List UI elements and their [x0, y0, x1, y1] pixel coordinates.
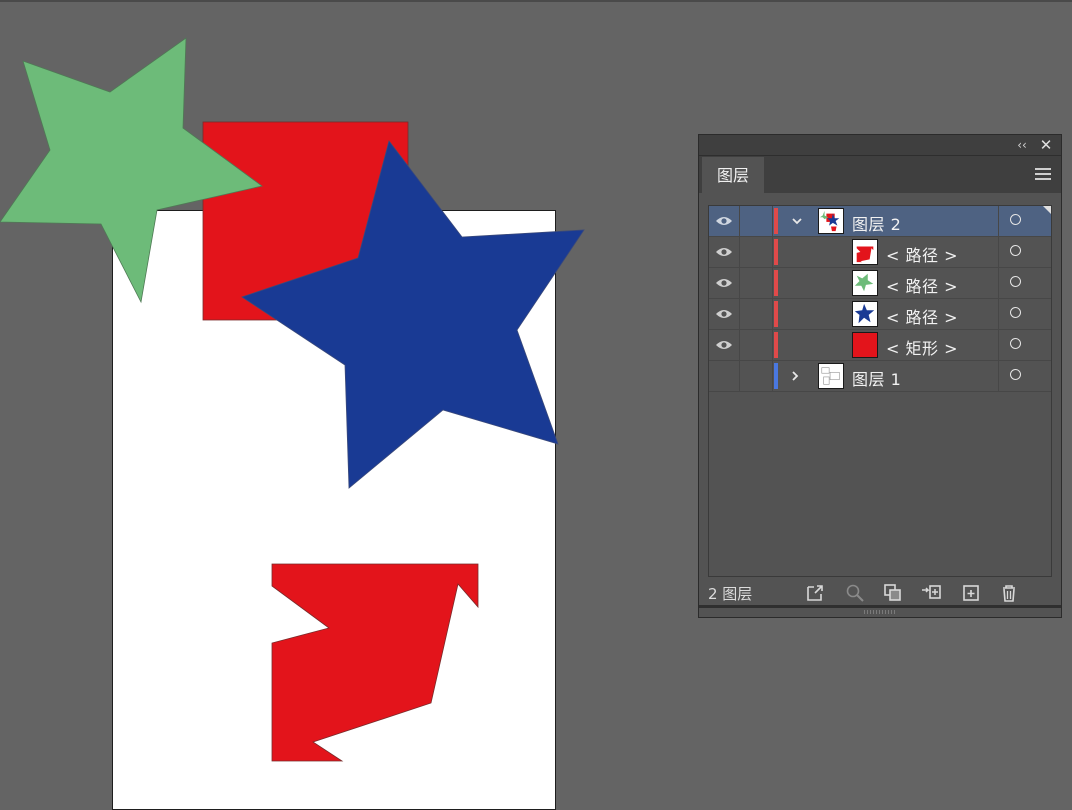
lock-toggle[interactable]: [740, 206, 773, 236]
layer-row-layer-1[interactable]: 图层 1: [709, 361, 1051, 392]
layer-count: 2 图层: [708, 585, 753, 603]
layer-row-path-3[interactable]: < 路径 >: [709, 299, 1051, 330]
visibility-toggle[interactable]: [709, 330, 740, 360]
target-cell[interactable]: [998, 237, 1051, 267]
target-circle-icon[interactable]: [1010, 369, 1021, 380]
red-path-shape[interactable]: [271, 563, 479, 762]
search-icon[interactable]: [844, 582, 866, 604]
panel-tabbar: 图层: [699, 155, 1061, 194]
target-circle-icon[interactable]: [1010, 214, 1021, 225]
visibility-toggle[interactable]: [709, 206, 740, 236]
panel-footer: 2 图层: [699, 579, 1061, 607]
layer-color-bar: [774, 270, 778, 296]
chevron-down-icon[interactable]: [790, 214, 804, 228]
layer-color-bar: [774, 301, 778, 327]
target-circle-icon[interactable]: [1010, 245, 1021, 256]
layers-panel: ‹‹ ✕ 图层 图层 2 < 路径 > < 路径 > < 路径 > < 矩形 >…: [698, 134, 1062, 618]
layer-name[interactable]: < 路径 >: [886, 304, 958, 328]
tab-layers[interactable]: 图层: [702, 157, 764, 194]
target-cell[interactable]: [998, 361, 1051, 391]
export-icon[interactable]: [804, 582, 826, 604]
resize-grip[interactable]: [864, 610, 896, 614]
visibility-toggle[interactable]: [709, 299, 740, 329]
layer-name[interactable]: 图层 2: [852, 211, 901, 235]
eye-icon: [716, 279, 732, 287]
target-cell[interactable]: [998, 268, 1051, 298]
target-circle-icon[interactable]: [1010, 307, 1021, 318]
layer-color-bar: [774, 363, 778, 389]
layers-list: 图层 2 < 路径 > < 路径 > < 路径 > < 矩形 > 图层 1: [708, 205, 1052, 577]
eye-icon: [716, 248, 732, 256]
target-circle-icon[interactable]: [1010, 338, 1021, 349]
target-circle-icon[interactable]: [1010, 276, 1021, 287]
panel-bottom-edge: [699, 605, 1061, 608]
hamburger-menu-icon[interactable]: [1035, 168, 1051, 181]
layer-color-bar: [774, 208, 778, 234]
layer-color-bar: [774, 332, 778, 358]
lock-toggle[interactable]: [740, 330, 773, 360]
visibility-toggle[interactable]: [709, 237, 740, 267]
lock-toggle[interactable]: [740, 237, 773, 267]
layer-name[interactable]: < 路径 >: [886, 242, 958, 266]
target-cell[interactable]: [998, 330, 1051, 360]
layer-row-path-1[interactable]: < 路径 >: [709, 237, 1051, 268]
visibility-toggle[interactable]: [709, 361, 740, 391]
layer-name[interactable]: 图层 1: [852, 366, 901, 390]
red-shape-thumbnail: [852, 239, 878, 265]
layer-color-bar: [774, 239, 778, 265]
new-layer-icon[interactable]: [960, 582, 982, 604]
selection-corner-indicator: [1043, 206, 1051, 214]
layer-name[interactable]: < 路径 >: [886, 273, 958, 297]
eye-icon: [716, 341, 732, 349]
layer-row-path-2[interactable]: < 路径 >: [709, 268, 1051, 299]
layer-1-thumbnail: [818, 363, 844, 389]
red-rectangle-thumbnail: [852, 332, 878, 358]
eye-icon: [716, 217, 732, 225]
panel-titlebar[interactable]: ‹‹ ✕: [699, 135, 1061, 155]
close-icon[interactable]: ✕: [1037, 136, 1055, 154]
trash-icon[interactable]: [998, 582, 1020, 604]
double-chevron-left-icon[interactable]: ‹‹: [1013, 136, 1031, 154]
eye-icon: [716, 310, 732, 318]
target-cell[interactable]: [998, 299, 1051, 329]
chevron-right-icon[interactable]: [788, 369, 802, 383]
layer-name[interactable]: < 矩形 >: [886, 335, 958, 359]
blue-star-thumbnail: [852, 301, 878, 327]
layer-2-thumbnail: [818, 208, 844, 234]
new-sublayer-icon[interactable]: [920, 582, 942, 604]
lock-toggle[interactable]: [740, 361, 773, 391]
visibility-toggle[interactable]: [709, 268, 740, 298]
clipping-mask-icon[interactable]: [882, 582, 904, 604]
green-star-thumbnail: [852, 270, 878, 296]
layer-row-layer-2[interactable]: 图层 2: [709, 206, 1051, 237]
lock-toggle[interactable]: [740, 299, 773, 329]
lock-toggle[interactable]: [740, 268, 773, 298]
layer-row-rectangle[interactable]: < 矩形 >: [709, 330, 1051, 361]
